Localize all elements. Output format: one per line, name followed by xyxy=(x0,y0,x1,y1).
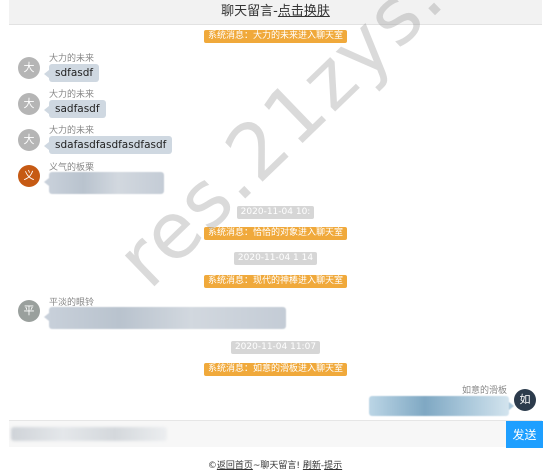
avatar[interactable]: 大 xyxy=(18,93,40,115)
user-name: 大力的未来 xyxy=(49,54,95,64)
change-skin-link[interactable]: 点击换肤 xyxy=(278,4,330,19)
user-name: 大力的未来 xyxy=(49,126,95,136)
chat-app: 聊天留言-点击换肤 系统消息：大力的未来进入聊天室 大 大力的未来 sdfasd… xyxy=(9,0,543,470)
send-button[interactable]: 发送 xyxy=(506,421,543,448)
avatar[interactable]: 如 xyxy=(514,389,536,411)
footer: ©返回首页~聊天留言! 刷新-提示 xyxy=(207,461,343,471)
avatar[interactable]: 平 xyxy=(18,300,40,322)
timestamp: 2020-11-04 11:07 xyxy=(9,338,542,354)
user-name: 大力的未来 xyxy=(49,90,95,100)
chat-header: 聊天留言-点击换肤 xyxy=(9,0,542,25)
system-message: 系统消息：如意的滑板进入聊天室 xyxy=(9,360,542,376)
system-message: 系统消息：大力的未来进入聊天室 xyxy=(9,27,542,43)
message-bubble: sdfasdf xyxy=(43,64,100,82)
system-message: 系统消息：现代的神棒进入聊天室 xyxy=(9,272,542,288)
input-bar: 发送 xyxy=(9,420,543,449)
avatar[interactable]: 大 xyxy=(18,57,40,79)
message-bubble xyxy=(44,172,164,194)
chat-messages-area[interactable]: 系统消息：大力的未来进入聊天室 大 大力的未来 sdfasdf 大 大力的未来 … xyxy=(9,25,542,418)
avatar[interactable]: 义 xyxy=(18,165,40,187)
timestamp: 2020-11-04 1 14 xyxy=(9,249,542,265)
message-bubble: sdafasdfasdfasdfasdf xyxy=(43,136,173,154)
message-bubble: sadfasdf xyxy=(44,100,106,118)
message-bubble xyxy=(44,307,286,329)
timestamp: 2020-11-04 10: xyxy=(9,203,542,219)
page-title: 聊天留言- xyxy=(221,4,278,19)
message-bubble xyxy=(369,396,514,416)
user-name: 如意的滑板 xyxy=(462,386,508,396)
system-message: 系统消息：恰恰的对象进入聊天室 xyxy=(9,224,542,240)
avatar[interactable]: 大 xyxy=(18,129,40,151)
blurred-input-text xyxy=(11,427,167,441)
